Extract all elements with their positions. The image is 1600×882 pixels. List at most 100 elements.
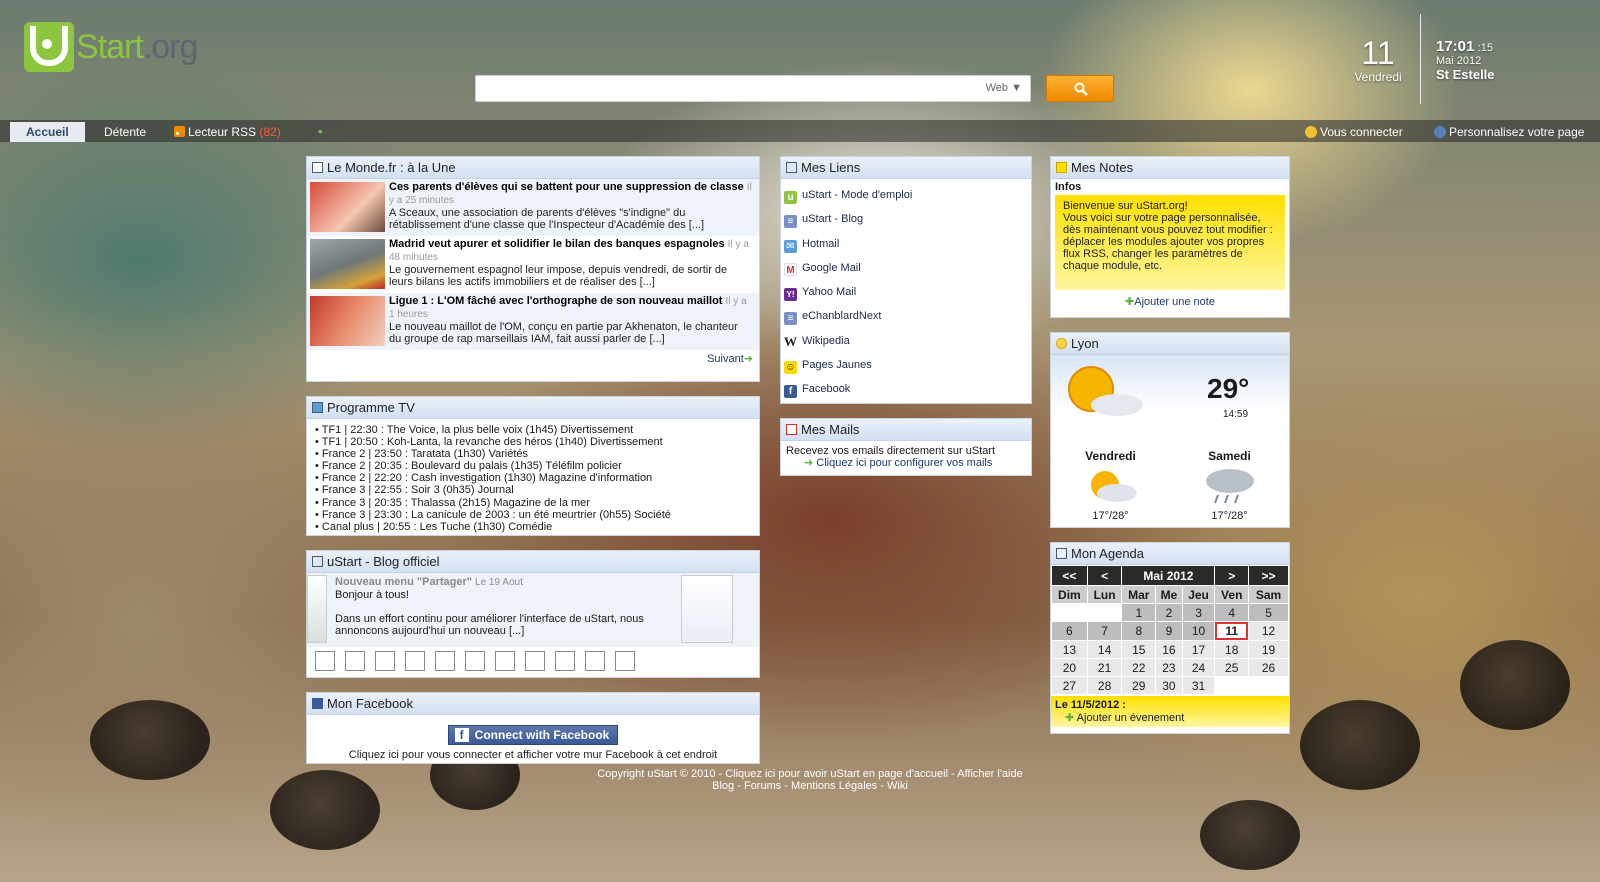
prev-month-button[interactable]: < xyxy=(1087,566,1122,585)
calendar-day[interactable]: 24 xyxy=(1182,659,1215,676)
news-item[interactable]: Ligue 1 : L'OM fâché avec l'orthographe … xyxy=(307,293,759,350)
calendar-day[interactable]: 7 xyxy=(1087,622,1122,640)
module-header[interactable]: uStart - Blog officiel xyxy=(307,551,759,573)
calendar-day[interactable]: 16 xyxy=(1156,641,1182,658)
search-input[interactable] xyxy=(480,79,950,99)
link-item-ustart-mode-emploi[interactable]: u uStart - Mode d'emploi xyxy=(784,183,1031,207)
add-event-link[interactable]: ✚ Ajouter un évenement xyxy=(1055,711,1285,724)
calendar-day[interactable]: 17 xyxy=(1182,641,1215,658)
footer-blog-link[interactable]: Blog xyxy=(712,780,734,792)
note-content[interactable]: Bienvenue sur uStart.org! Vous voici sur… xyxy=(1055,195,1285,290)
module-header[interactable]: Mes Mails xyxy=(781,419,1031,441)
tab-accueil[interactable]: Accueil xyxy=(10,122,85,142)
calendar-day[interactable]: 19 xyxy=(1249,641,1288,658)
blog-thumbnail[interactable] xyxy=(435,651,455,671)
module-header[interactable]: Mes Liens xyxy=(781,157,1031,179)
search-button[interactable] xyxy=(1046,75,1114,102)
search-engine-select[interactable]: Web ▼ xyxy=(986,82,1022,94)
calendar-day[interactable]: 10 xyxy=(1182,622,1215,640)
tv-item[interactable]: France 3 | 20:35 : Thalassa (2h15) Magaz… xyxy=(315,497,759,509)
calendar-day[interactable]: 20 xyxy=(1052,659,1087,676)
blog-thumbnail[interactable] xyxy=(345,651,365,671)
calendar-day[interactable]: 26 xyxy=(1249,659,1288,676)
next-month-button[interactable]: > xyxy=(1215,566,1249,585)
calendar-day[interactable]: 13 xyxy=(1052,641,1087,658)
link-item-hotmail[interactable]: ✉ Hotmail xyxy=(784,232,1031,256)
tv-item[interactable]: France 2 | 23:50 : Taratata (1h30) Varié… xyxy=(315,448,759,460)
notes-tab[interactable]: Infos xyxy=(1051,179,1289,195)
news-item[interactable]: Ces parents d'élèves qui se battent pour… xyxy=(307,179,759,236)
help-link[interactable]: Afficher l'aide xyxy=(957,768,1023,780)
footer-forums-link[interactable]: Forums xyxy=(744,780,781,792)
calendar-day[interactable]: 2 xyxy=(1156,604,1182,621)
link-item-google-mail[interactable]: M Google Mail xyxy=(784,256,1031,280)
customize-link[interactable]: Personnalisez votre page xyxy=(1434,125,1584,139)
calendar-day[interactable]: 25 xyxy=(1215,659,1249,676)
link-item-facebook[interactable]: f Facebook xyxy=(784,377,1031,401)
calendar-day[interactable]: 14 xyxy=(1087,641,1122,658)
module-header[interactable]: Le Monde.fr : à la Une xyxy=(307,157,759,179)
calendar-day[interactable]: 18 xyxy=(1215,641,1249,658)
tv-item[interactable]: France 3 | 22:55 : Soir 3 (0h35) Journal xyxy=(315,484,759,496)
calendar-day[interactable]: 3 xyxy=(1182,604,1215,621)
tv-item[interactable]: Canal plus | 20:55 : Les Tuche (1h30) Co… xyxy=(315,521,759,533)
blog-thumbnail[interactable] xyxy=(615,651,635,671)
link-item-pages-jaunes[interactable]: ☺ Pages Jaunes xyxy=(784,353,1031,377)
footer-wiki-link[interactable]: Wiki xyxy=(887,780,908,792)
calendar-day[interactable]: 28 xyxy=(1087,677,1122,694)
prev-year-button[interactable]: << xyxy=(1052,566,1087,585)
calendar-day[interactable]: 6 xyxy=(1052,622,1087,640)
calendar-day[interactable]: 12 xyxy=(1249,622,1288,640)
blog-thumbnail[interactable] xyxy=(555,651,575,671)
tv-item[interactable]: TF1 | 22:30 : The Voice, la plus belle v… xyxy=(315,424,759,436)
tv-item[interactable]: TF1 | 20:50 : Koh-Lanta, la revanche des… xyxy=(315,436,759,448)
calendar-day[interactable]: 21 xyxy=(1087,659,1122,676)
module-header[interactable]: Lyon xyxy=(1051,333,1289,355)
module-header[interactable]: Mon Agenda xyxy=(1051,543,1289,565)
calendar-day[interactable]: 31 xyxy=(1182,677,1215,694)
link-item-echanblardnext[interactable]: ≡ eChanblardNext xyxy=(784,304,1031,328)
add-note-link[interactable]: ✚Ajouter une note xyxy=(1051,295,1289,308)
blog-thumbnail[interactable] xyxy=(315,651,335,671)
facebook-text[interactable]: Cliquez ici pour vous connecter et affic… xyxy=(307,749,759,761)
link-item-wikipedia[interactable]: W Wikipedia xyxy=(784,329,1031,353)
calendar-day[interactable]: 22 xyxy=(1122,659,1156,676)
footer-legal-link[interactable]: Mentions Légales xyxy=(791,780,877,792)
calendar-day[interactable]: 15 xyxy=(1122,641,1156,658)
tv-item[interactable]: France 3 | 23:30 : La canicule de 2003 :… xyxy=(315,509,759,521)
ustart-logo[interactable]: Start.org xyxy=(24,22,198,72)
blog-thumbnail[interactable] xyxy=(525,651,545,671)
calendar-day-today[interactable]: 11 xyxy=(1215,622,1249,640)
blog-thumbnail[interactable] xyxy=(405,651,425,671)
blog-thumbnail[interactable] xyxy=(375,651,395,671)
next-year-button[interactable]: >> xyxy=(1249,566,1288,585)
blog-thumbnail[interactable] xyxy=(465,651,485,671)
calendar-day[interactable]: 9 xyxy=(1156,622,1182,640)
blog-thumbnail[interactable] xyxy=(585,651,605,671)
blog-thumbnail[interactable] xyxy=(495,651,515,671)
news-item[interactable]: Madrid veut apurer et solidifier le bila… xyxy=(307,236,759,293)
next-link[interactable]: Suivant➜ xyxy=(307,350,759,367)
tab-detente[interactable]: Détente xyxy=(88,122,162,142)
calendar-day[interactable]: 4 xyxy=(1215,604,1249,621)
tab-lecteur-rss[interactable]: Lecteur RSS (82) xyxy=(158,122,297,142)
calendar-day[interactable]: 8 xyxy=(1122,622,1156,640)
calendar-day[interactable]: 27 xyxy=(1052,677,1087,694)
configure-mails-link[interactable]: ➜ Cliquez ici pour configurer vos mails xyxy=(786,457,1031,469)
calendar-day[interactable]: 1 xyxy=(1122,604,1156,621)
add-tab-icon[interactable]: • xyxy=(318,124,323,139)
connect-link[interactable]: Vous connecter xyxy=(1305,125,1403,139)
module-header[interactable]: Mon Facebook xyxy=(307,693,759,715)
calendar-day[interactable]: 29 xyxy=(1122,677,1156,694)
connect-facebook-button[interactable]: f Connect with Facebook xyxy=(447,725,619,745)
calendar-day[interactable]: 23 xyxy=(1156,659,1182,676)
module-header[interactable]: Mes Notes xyxy=(1051,157,1289,179)
link-item-ustart-blog[interactable]: ≡ uStart - Blog xyxy=(784,207,1031,231)
homepage-link[interactable]: Cliquez ici pour avoir uStart en page d'… xyxy=(725,768,948,780)
tv-item[interactable]: France 2 | 20:35 : Boulevard du palais (… xyxy=(315,460,759,472)
module-header[interactable]: Programme TV xyxy=(307,397,759,419)
calendar-day[interactable]: 5 xyxy=(1249,604,1288,621)
link-item-yahoo-mail[interactable]: Y! Yahoo Mail xyxy=(784,280,1031,304)
blog-post[interactable]: Nouveau menu "Partager" Le 19 Aout Bonjo… xyxy=(307,573,759,647)
tv-item[interactable]: France 2 | 22:20 : Cash investigation (1… xyxy=(315,472,759,484)
